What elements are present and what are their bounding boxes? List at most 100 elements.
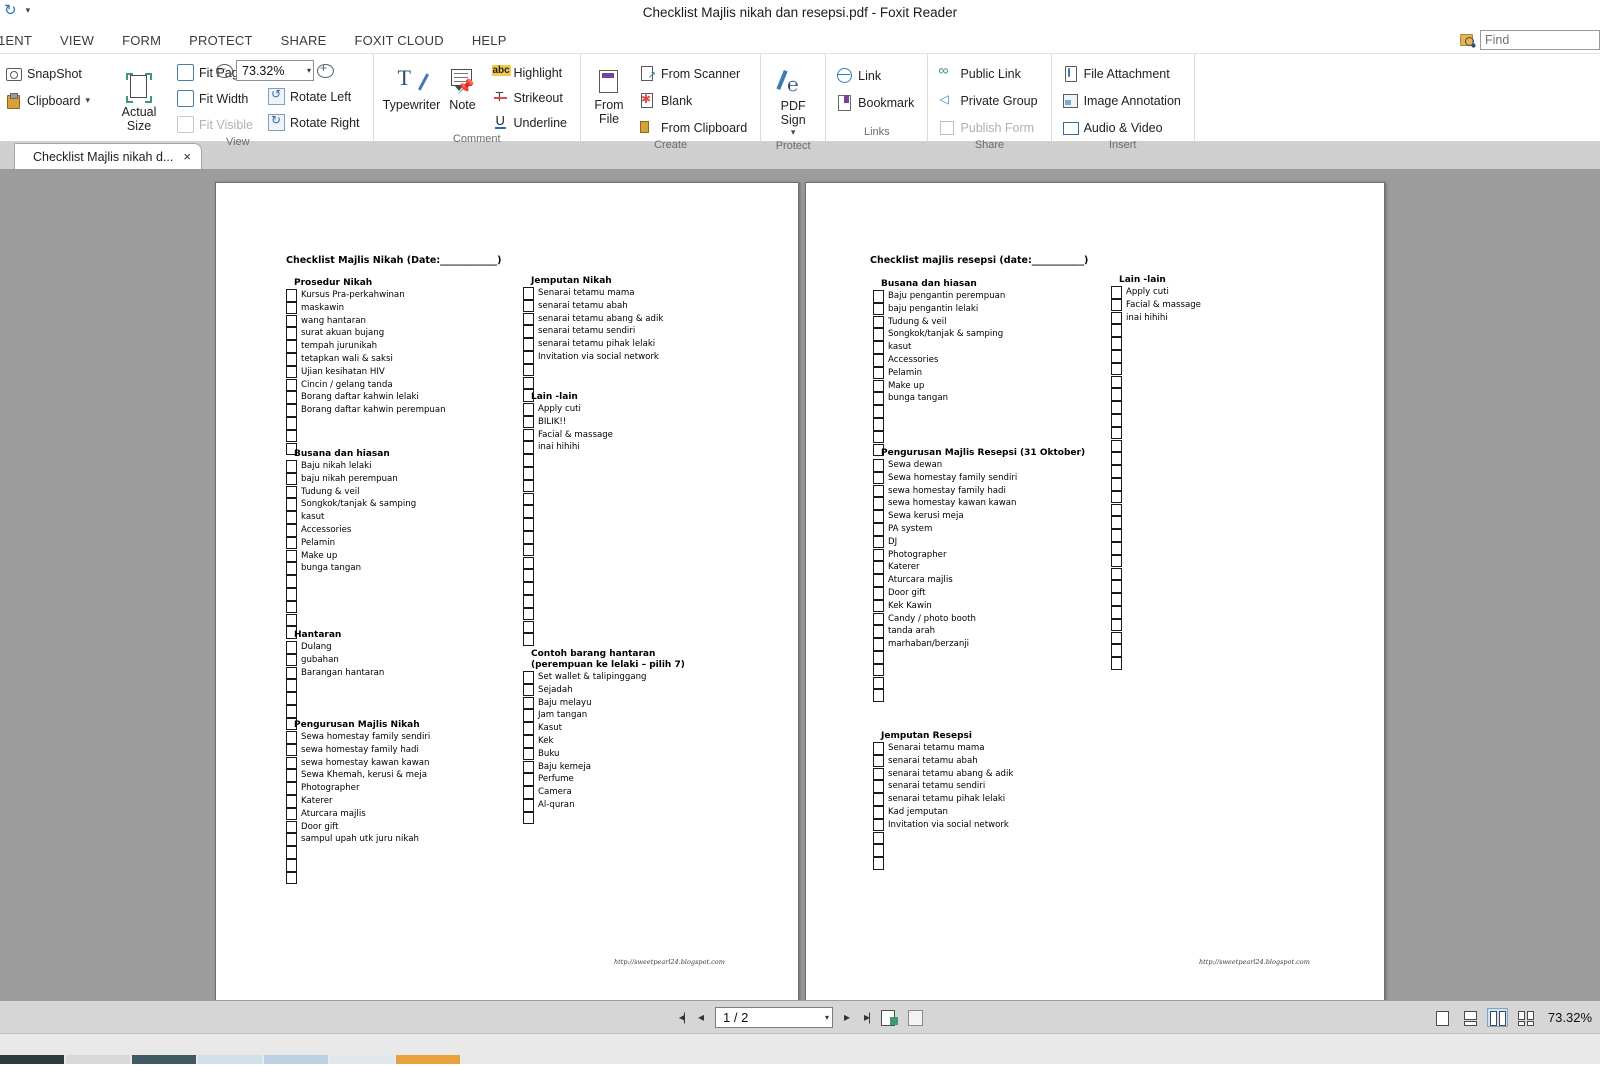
checkbox[interactable] — [523, 505, 534, 519]
checkbox[interactable] — [523, 595, 534, 608]
checkbox[interactable] — [873, 510, 884, 523]
checkbox[interactable] — [1111, 567, 1122, 581]
checkbox[interactable] — [873, 430, 884, 444]
checkbox[interactable] — [1111, 401, 1122, 414]
checkbox[interactable] — [873, 548, 884, 562]
from-clipboard-button[interactable]: From Clipboard — [636, 116, 753, 139]
menu-item-form[interactable]: FORM — [108, 30, 175, 51]
menu-item-view[interactable]: VIEW — [46, 30, 108, 51]
checkbox[interactable] — [286, 575, 297, 588]
clipboard-tool-icon[interactable] — [906, 1009, 924, 1026]
checkbox[interactable] — [1111, 529, 1122, 542]
checkbox[interactable] — [873, 663, 884, 677]
checkbox[interactable] — [523, 735, 534, 748]
pdf-viewer[interactable]: Checklist Majlis Nikah (Date:___________… — [0, 170, 1600, 1000]
checkbox[interactable] — [286, 562, 297, 576]
zoom-in-icon[interactable] — [317, 61, 335, 78]
checkbox[interactable] — [286, 549, 297, 563]
checkbox[interactable] — [286, 524, 297, 537]
fit-width-button[interactable]: Fit Width — [174, 87, 259, 110]
checkbox[interactable] — [523, 479, 534, 493]
checkbox[interactable] — [523, 454, 534, 467]
chevron-down-icon[interactable]: ▾ — [307, 66, 311, 75]
checkbox[interactable] — [523, 556, 534, 570]
checkbox[interactable] — [286, 536, 297, 550]
close-icon[interactable]: × — [183, 149, 191, 164]
note-button[interactable]: 📌 Note — [443, 62, 483, 115]
checkbox[interactable] — [873, 459, 884, 472]
checkbox[interactable] — [286, 600, 297, 614]
checkbox[interactable] — [523, 428, 534, 442]
checkbox[interactable] — [873, 484, 884, 498]
checkbox[interactable] — [286, 404, 297, 417]
snapshot-button[interactable]: SnapShot — [2, 62, 96, 85]
checkbox[interactable] — [523, 773, 534, 787]
checkbox[interactable] — [286, 378, 297, 392]
checkbox[interactable] — [523, 363, 534, 377]
checkbox[interactable] — [873, 418, 884, 431]
checkbox[interactable] — [523, 415, 534, 429]
checkbox[interactable] — [873, 523, 884, 536]
from-file-button[interactable]: From File — [588, 62, 630, 129]
checkbox[interactable] — [1111, 580, 1122, 594]
checkbox[interactable] — [286, 613, 297, 627]
checkbox[interactable] — [523, 760, 534, 774]
checkbox[interactable] — [1111, 503, 1122, 517]
checkbox[interactable] — [873, 651, 884, 664]
checkbox[interactable] — [286, 871, 297, 885]
checkbox[interactable] — [1111, 286, 1122, 299]
checkbox[interactable] — [873, 638, 884, 651]
checkbox[interactable] — [873, 767, 884, 781]
checkbox[interactable] — [1111, 362, 1122, 376]
checkbox[interactable] — [286, 782, 297, 795]
checkbox[interactable] — [523, 582, 534, 595]
checkbox[interactable] — [873, 471, 884, 485]
clipboard-button[interactable]: Clipboard ▾ — [2, 89, 96, 112]
checkbox[interactable] — [523, 722, 534, 735]
checkbox[interactable] — [1111, 657, 1122, 670]
checkbox[interactable] — [286, 692, 297, 705]
single-page-view-icon[interactable] — [1431, 1008, 1452, 1027]
checkbox[interactable] — [873, 780, 884, 794]
checkbox[interactable] — [523, 287, 534, 300]
rotate-right-button[interactable]: Rotate Right — [265, 111, 365, 134]
checkbox[interactable] — [1111, 350, 1122, 363]
first-page-icon[interactable]: ◂| — [676, 1008, 687, 1026]
checkbox[interactable] — [523, 709, 534, 723]
checkbox[interactable] — [873, 315, 884, 329]
checkbox[interactable] — [1111, 554, 1122, 568]
checkbox[interactable] — [873, 793, 884, 806]
taskbar-item[interactable] — [330, 1055, 394, 1064]
checkbox[interactable] — [523, 543, 534, 557]
checkbox[interactable] — [1111, 388, 1122, 402]
strikeout-button[interactable]: Strikeout — [489, 87, 574, 108]
checkbox[interactable] — [1111, 465, 1122, 478]
previous-page-icon[interactable]: ◂ — [695, 1008, 707, 1026]
checkbox[interactable] — [873, 379, 884, 393]
checkbox[interactable] — [873, 818, 884, 832]
checkbox[interactable] — [873, 405, 884, 418]
checkbox[interactable] — [523, 607, 534, 621]
checkbox[interactable] — [873, 742, 884, 755]
checkbox[interactable] — [286, 859, 297, 872]
checkbox[interactable] — [523, 467, 534, 480]
checkbox[interactable] — [286, 846, 297, 859]
checkbox[interactable] — [1111, 516, 1122, 530]
zoom-out-icon[interactable] — [216, 61, 234, 78]
checkbox[interactable] — [286, 327, 297, 341]
taskbar-item[interactable] — [198, 1055, 262, 1064]
checkbox[interactable] — [873, 290, 884, 303]
checkbox[interactable] — [873, 612, 884, 626]
checkbox[interactable] — [286, 485, 297, 499]
chevron-down-icon[interactable]: ▾ — [86, 95, 91, 106]
checkbox[interactable] — [1111, 298, 1122, 312]
image-annotation-button[interactable]: Image Annotation — [1059, 89, 1187, 112]
checkbox[interactable] — [286, 511, 297, 524]
checkbox[interactable] — [286, 795, 297, 808]
checkbox[interactable] — [523, 683, 534, 697]
checkbox[interactable] — [873, 831, 884, 845]
checkbox[interactable] — [1111, 311, 1122, 325]
checkbox[interactable] — [523, 569, 534, 583]
actual-size-button[interactable]: Actual Size — [110, 69, 168, 136]
checkbox[interactable] — [286, 289, 297, 302]
